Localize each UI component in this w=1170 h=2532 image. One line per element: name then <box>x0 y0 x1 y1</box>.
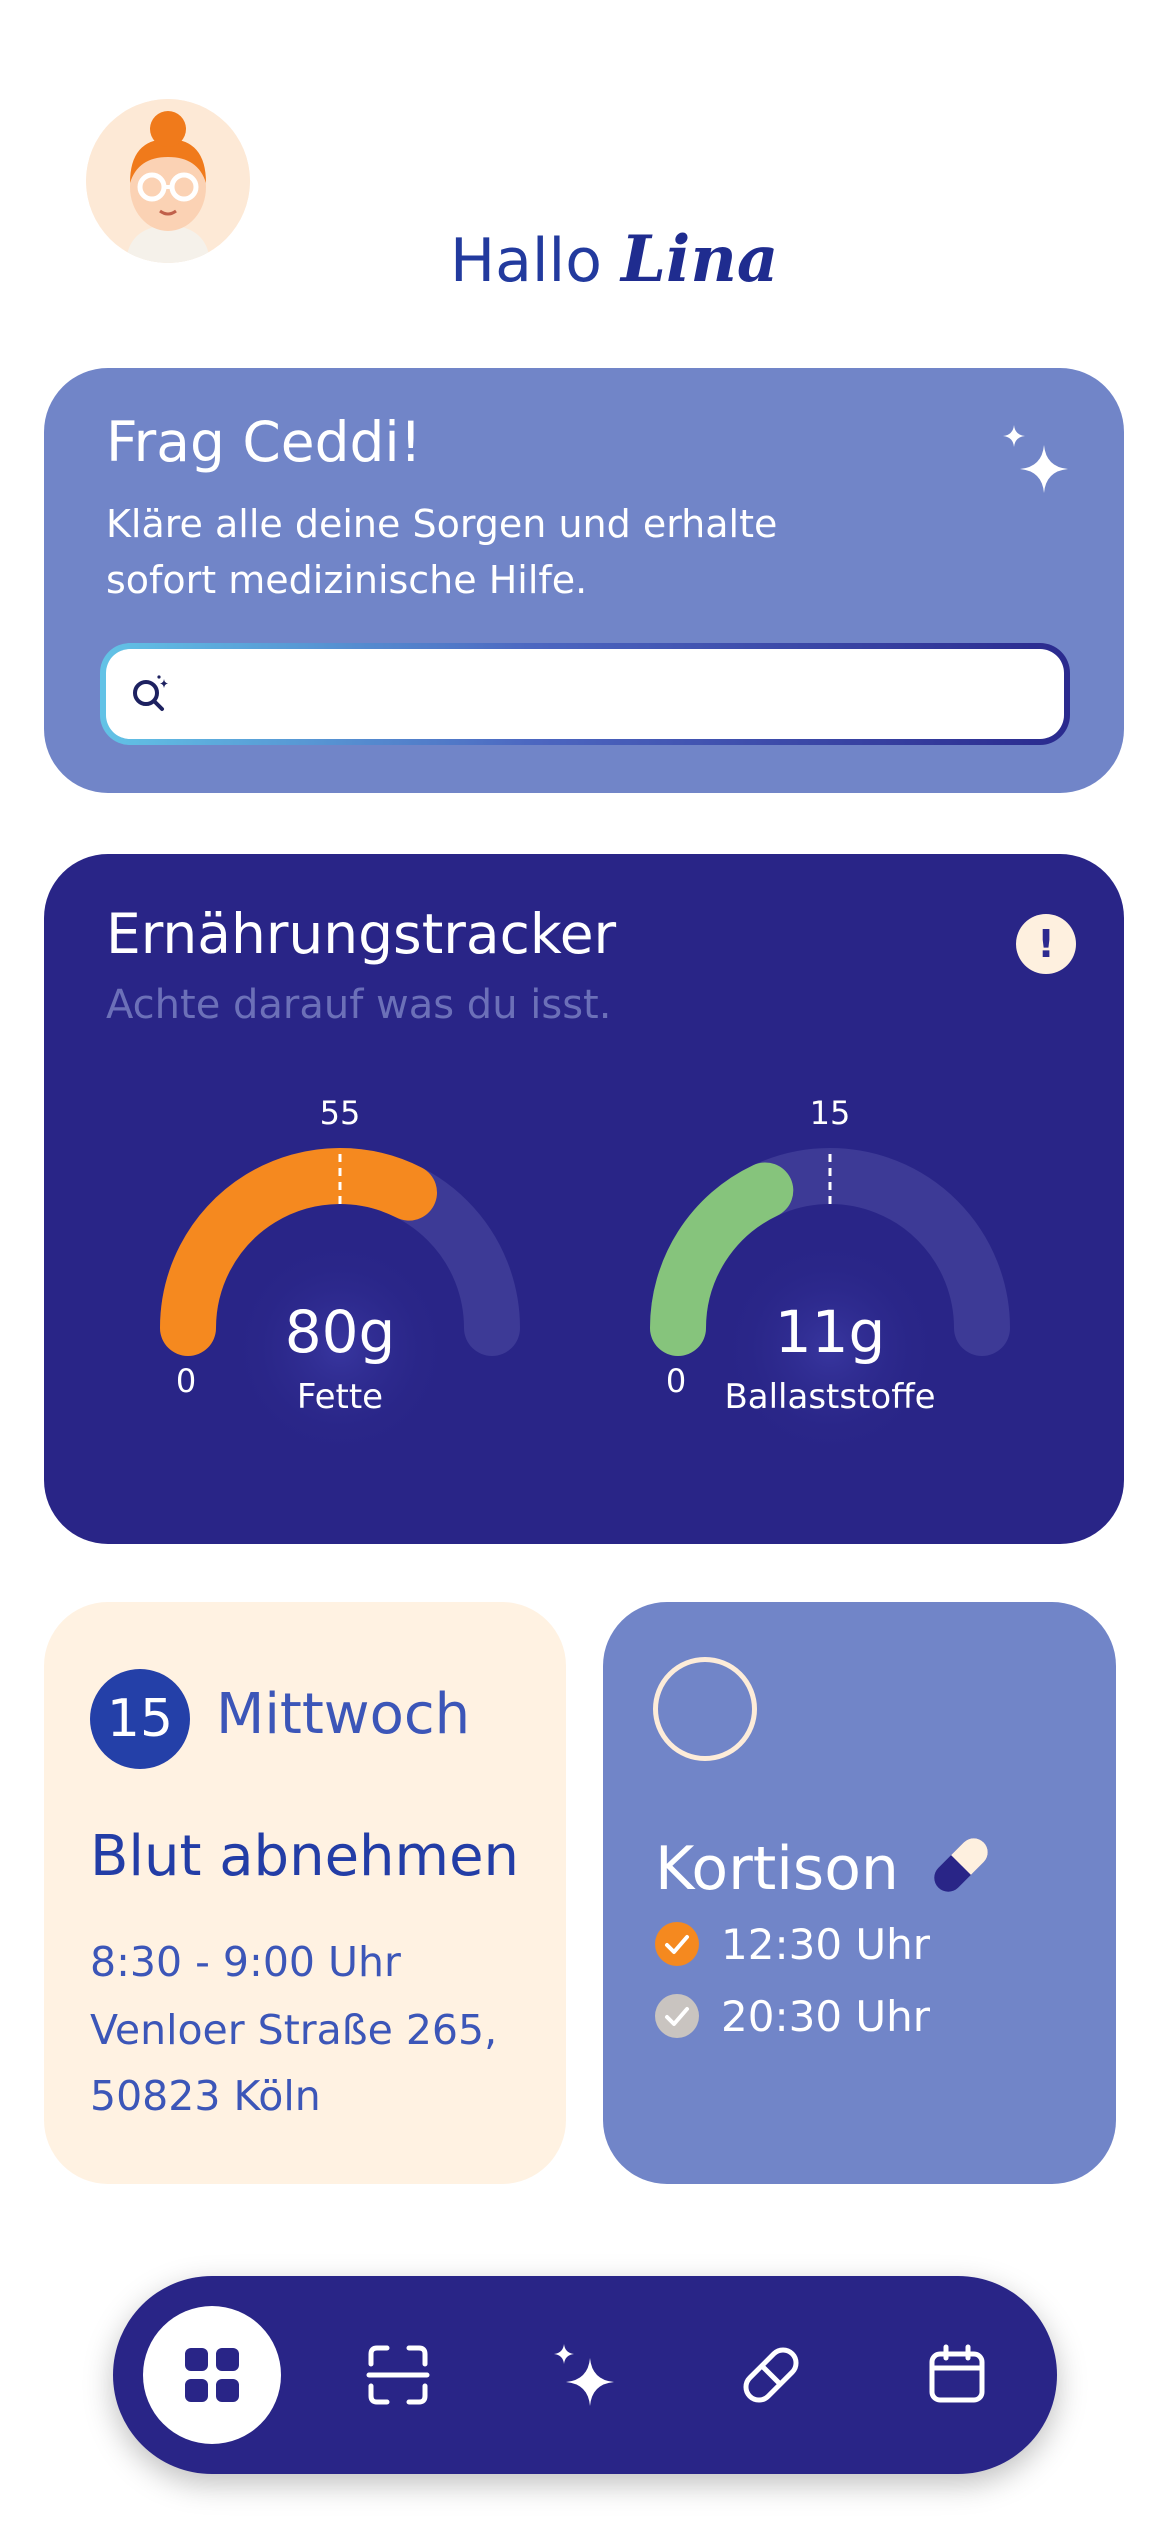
gauge-target-label: 15 <box>810 1094 851 1132</box>
search-field[interactable] <box>100 643 1070 745</box>
nav-medication[interactable] <box>702 2306 840 2444</box>
scan-icon <box>366 2345 430 2405</box>
dose-time: 20:30 Uhr <box>721 1992 931 2041</box>
nav-calendar[interactable] <box>888 2306 1026 2444</box>
search-input[interactable] <box>196 649 1044 739</box>
search-icon <box>133 675 168 711</box>
ask-ceddi-card[interactable]: Frag Ceddi! Kläre alle deine Sorgen und … <box>44 368 1124 793</box>
pill-icon <box>934 1838 988 1892</box>
gauge-label: Fette <box>297 1377 383 1417</box>
greeting-prefix: Hallo <box>450 226 602 296</box>
grid-icon <box>185 2348 239 2402</box>
dose-check-icon[interactable] <box>655 1994 699 2038</box>
appointment-address-line1: Venloer Straße 265, <box>90 2006 498 2054</box>
user-name: Lina <box>621 222 779 297</box>
medication-toggle[interactable] <box>653 1657 757 1761</box>
gauge-min-label: 0 <box>666 1362 686 1400</box>
day-badge: 15 <box>90 1669 190 1769</box>
greeting: Hallo Lina <box>450 222 778 297</box>
bottom-navigation <box>113 2276 1057 2474</box>
dose-time: 12:30 Uhr <box>721 1920 931 1969</box>
avatar-illustration <box>86 99 250 263</box>
weekday-label: Mittwoch <box>216 1682 471 1747</box>
ask-subtitle: Kläre alle deine Sorgen und erhalte sofo… <box>106 502 778 602</box>
gauge-min-label: 0 <box>176 1362 196 1400</box>
gauge-value: 11g <box>775 1298 886 1366</box>
avatar[interactable] <box>86 99 250 263</box>
gauge-target-label: 55 <box>320 1094 361 1132</box>
nutrition-tracker-card[interactable]: Ernährungstracker Achte darauf was du is… <box>44 854 1124 1544</box>
nav-ai-assistant[interactable] <box>516 2306 654 2444</box>
calendar-icon <box>929 2344 985 2403</box>
gauge-label: Ballaststoffe <box>724 1377 935 1417</box>
medication-card[interactable]: Kortison 12:30 Uhr 20:30 Uhr <box>603 1602 1116 2184</box>
nutrition-gauges: 55 0 80g Fette 15 0 11g Ballaststoffe <box>160 1094 1010 1458</box>
appointment-title: Blut abnehmen <box>90 1824 520 1889</box>
sparkle-icon <box>554 2344 614 2406</box>
appointment-address-line2: 50823 Köln <box>90 2072 321 2120</box>
appointment-card[interactable]: 15 Mittwoch Blut abnehmen 8:30 - 9:00 Uh… <box>44 1602 566 2184</box>
appointment-time: 8:30 - 9:00 Uhr <box>90 1938 401 1986</box>
ask-title: Frag Ceddi! <box>106 410 422 474</box>
nav-scan[interactable] <box>329 2306 467 2444</box>
gauge-value: 80g <box>285 1298 396 1366</box>
sparkle-icon <box>1003 425 1068 493</box>
medication-name: Kortison <box>655 1834 899 1904</box>
dose-check-icon[interactable] <box>655 1922 699 1966</box>
pill-icon <box>743 2347 799 2403</box>
nav-dashboard[interactable] <box>143 2306 281 2444</box>
